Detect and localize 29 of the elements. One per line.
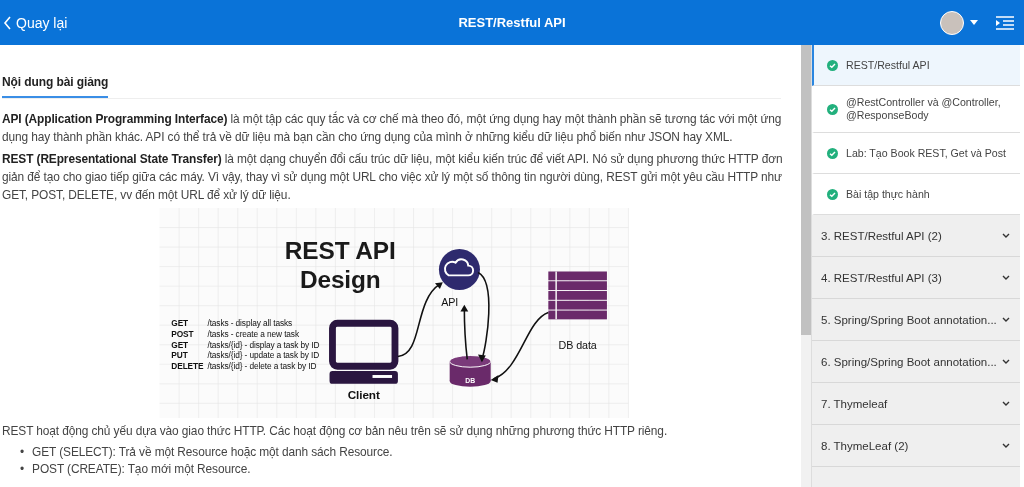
section-header[interactable]: 3. REST/Restful API (2) [812,215,1020,257]
avatar[interactable] [940,10,964,35]
section-header[interactable]: 8. ThymeLeaf (2) [812,425,1020,467]
lesson-title: @RestController và @Controller, @ResponseBody [846,96,1002,122]
bullet-item: GET (SELECT): Trả về một Resource hoặc một danh sách Resource. [32,444,393,461]
lesson-item[interactable]: REST/Restful API [812,45,1020,86]
lesson-title: Lab: Tạo Book REST, Get và Post [846,146,1006,160]
page-title: REST/Restful API [457,15,567,30]
content-tab[interactable]: Nội dung bài giảng [2,75,109,98]
back-icon [3,15,12,30]
section-header[interactable]: 4. REST/Restful API (3) [812,257,1020,299]
lesson-title: Bài tập thực hành [846,187,930,201]
lesson-item[interactable]: Lab: Tạo Book REST, Get và Post [812,133,1020,174]
paragraph: API (Application Programming Interface) là một tập các quy tắc và cơ chế mà theo đó, một ứng dụng hay một thành phần sẽ tương tác với một ứng dụng hay thành phần khác. API có thể trả về dữ liệu mà bạn cần cho ứng dụng của mình ở những kiểu dữ liệu phổ biến như JSON hay XML. [2,110,783,146]
section-header[interactable]: 6. Spring/Spring Boot annotation... [812,341,1020,383]
paragraph: REST (REpresentational State Transfer) là một dạng chuyển đổi cấu trúc dữ liệu, một kiểu kiến trúc để viết API. Nó sử dụng phương thức HTTP đơn giản để tạo cho giao tiếp giữa các máy. Vì vậy, thay vì sử dụng một URL cho việc xử lý một số thông tin người dùng, REST gửi một yêu cầu HTTP như GET, POST, DELETE, vv đến một URL để xử lý dữ liệu. [2,151,784,204]
back-link[interactable]: Quay lại [0,14,68,31]
section-header[interactable]: 7. Thymeleaf [812,383,1020,425]
lesson-item[interactable]: @RestController và @Controller, @ResponseBody [812,86,1020,133]
paragraph: REST hoạt động chủ yếu dựa vào giao thức HTTP. Các hoạt động cơ bản nêu trên sẽ sử dụng những phương thức HTTP riêng. [2,423,669,440]
bullet-item: POST (CREATE): Tạo mới một Resource. [32,461,251,478]
lesson-title: REST/Restful API [846,58,930,72]
section-header[interactable]: 5. Spring/Spring Boot annotation... [812,299,1020,341]
menu-icon[interactable] [996,15,1014,30]
lesson-item[interactable]: Bài tập thực hành [812,174,1020,215]
bullet-marker: • [20,461,25,478]
scrollbar-thumb[interactable] [801,45,811,335]
bullet-marker: • [20,444,25,461]
dropdown-caret-icon[interactable] [970,20,978,25]
